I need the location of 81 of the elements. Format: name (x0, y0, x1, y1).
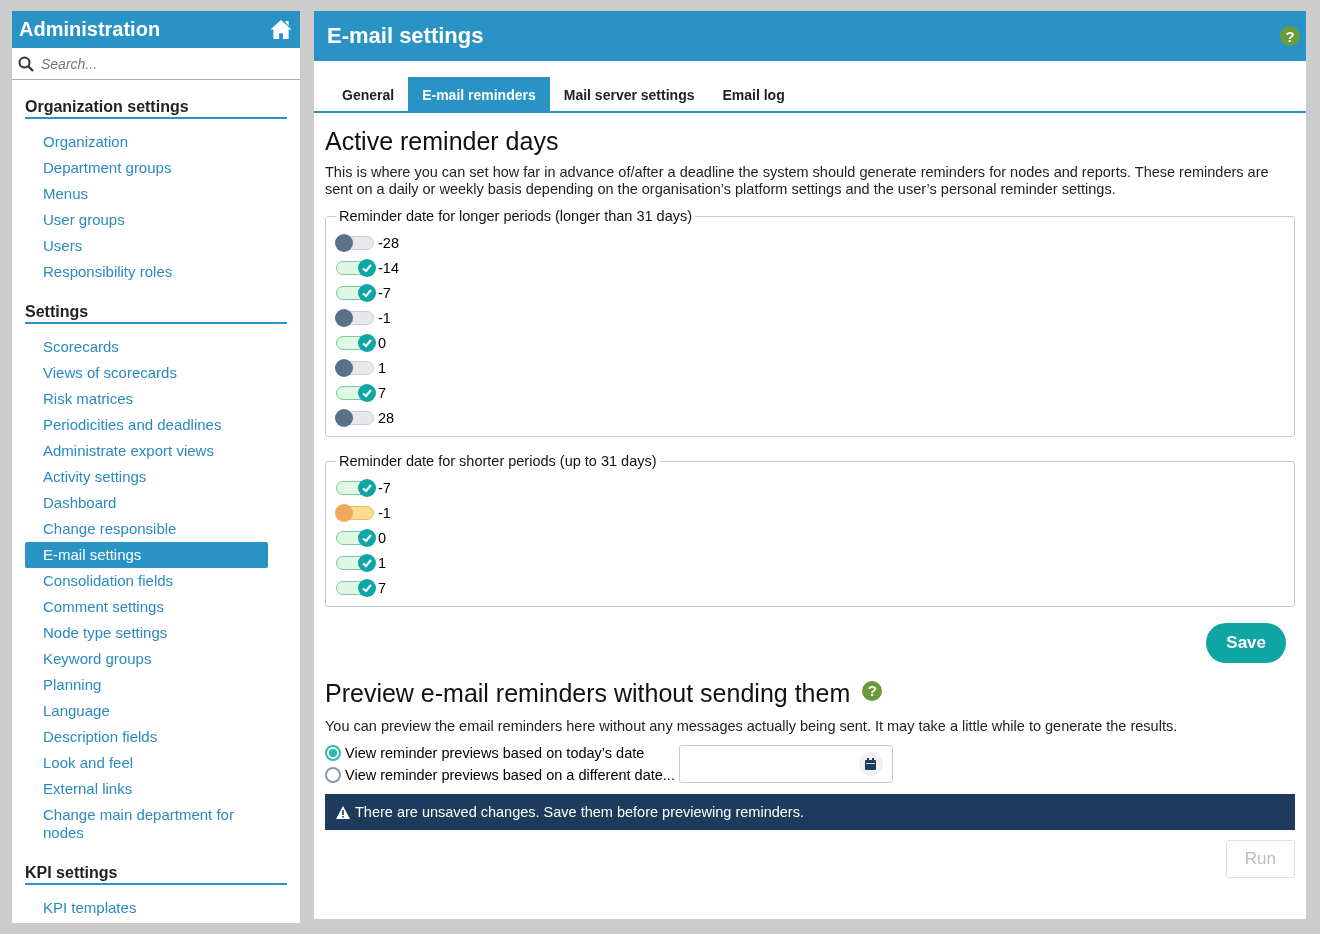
toggle-label: -14 (378, 259, 399, 276)
toggle-switch[interactable] (336, 505, 374, 520)
toggle-label: 0 (378, 334, 387, 351)
description-text: You can preview the email reminders here without any messages actually being sent. It may take a little while to generate the results. (325, 718, 1179, 735)
sidebar-link[interactable]: External links (25, 776, 268, 802)
toggle-label: -7 (378, 479, 391, 496)
toggle-label: 28 (378, 409, 395, 426)
toggle-switch[interactable] (336, 385, 374, 400)
toggle-switch[interactable] (336, 555, 374, 570)
calendar-icon (865, 758, 877, 770)
sidebar-link[interactable]: Responsibility roles (25, 259, 268, 285)
description-text: This is where you can set how far in advance of/after a deadline the system should generate reminders for nodes and reports. These reminders are sent on a daily or weekly basis depending on the organisation’s platform settings and the user’s personal reminder settings. (325, 164, 1270, 198)
toggle-label: -1 (378, 504, 391, 521)
section-heading: Organization settings (25, 98, 287, 119)
section-heading: KPI settings (25, 864, 287, 885)
sidebar-link[interactable]: Keyword groups (25, 646, 268, 672)
toggle-switch[interactable] (336, 410, 374, 425)
group-legend: Reminder date for longer periods (longer than 31 days) (336, 208, 696, 224)
toggle-label: 7 (378, 384, 387, 401)
toggle-label: -1 (378, 309, 391, 326)
sidebar-link[interactable]: Periodicities and deadlines (25, 412, 268, 438)
sidebar-link[interactable]: Users (25, 233, 268, 259)
date-input-field[interactable] (678, 745, 893, 783)
tab[interactable]: E-mail reminders (408, 77, 550, 111)
search-icon (18, 55, 34, 72)
sidebar-link[interactable]: Scorecards (25, 334, 268, 360)
section-heading: Preview e-mail reminders without sending them (325, 679, 851, 708)
sidebar-link[interactable]: Consolidation fields (25, 568, 268, 594)
warning-icon (336, 805, 350, 819)
tab[interactable]: Mail server settings (549, 77, 709, 111)
toggle-switch[interactable] (336, 530, 374, 545)
sidebar-link[interactable]: Change responsible (25, 516, 268, 542)
toggle-switch[interactable] (336, 580, 374, 595)
toggle-label: 1 (378, 359, 387, 376)
toggle-switch[interactable] (336, 335, 374, 350)
toggle-label: 1 (378, 554, 387, 571)
sidebar-link[interactable]: Administrate export views (25, 438, 268, 464)
radio-button[interactable] (325, 767, 341, 783)
radio-button[interactable] (325, 745, 341, 761)
sidebar-link[interactable]: Views of scorecards (25, 360, 268, 386)
toggle-label: 7 (378, 579, 387, 596)
toggle-switch[interactable] (336, 260, 374, 275)
section-heading: Settings (25, 303, 287, 324)
sidebar-link[interactable]: User groups (25, 207, 268, 233)
sidebar-link[interactable]: Comment settings (25, 594, 268, 620)
sidebar-link[interactable]: Dashboard (25, 490, 268, 516)
sidebar-link[interactable]: Language (25, 698, 268, 724)
tab[interactable]: General (328, 77, 409, 111)
home-icon[interactable] (269, 19, 293, 40)
section-heading: Active reminder days (325, 127, 560, 156)
sidebar-link[interactable]: Change main department for nodes (25, 802, 268, 846)
toggle-switch[interactable] (336, 310, 374, 325)
radio-label: View reminder previews based on today’s date (345, 745, 645, 761)
page-title: E-mail settings (327, 23, 484, 49)
help-icon[interactable]: ? (1280, 26, 1300, 46)
sidebar-title: Administration (19, 18, 161, 41)
tab[interactable]: Email log (708, 77, 799, 111)
toggle-switch[interactable] (336, 285, 374, 300)
sidebar-link[interactable]: Planning (25, 672, 268, 698)
toggle-switch[interactable] (336, 360, 374, 375)
sidebar-link[interactable]: Department groups (25, 155, 268, 181)
radio-label: View reminder previews based on a different date... (345, 767, 675, 783)
sidebar-link[interactable]: Risk matrices (25, 386, 268, 412)
save-button[interactable]: Save (1206, 623, 1286, 663)
sidebar-link[interactable]: Look and feel (25, 750, 268, 776)
sidebar-link[interactable]: KPI templates (25, 895, 268, 921)
calendar-button[interactable] (858, 752, 883, 776)
sidebar-link[interactable]: Menus (25, 181, 268, 207)
help-icon[interactable]: ? (862, 680, 883, 701)
sidebar-link[interactable]: Activity settings (25, 464, 268, 490)
sidebar-link[interactable]: Organization (25, 129, 268, 155)
toggle-label: -28 (378, 234, 399, 251)
toggle-label: -7 (378, 284, 391, 301)
sidebar-link[interactable]: Node type settings (25, 620, 268, 646)
toggle-switch[interactable] (336, 480, 374, 495)
toggle-label: 0 (378, 529, 387, 546)
group-legend: Reminder date for shorter periods (up to 31 days) (336, 453, 660, 469)
sidebar-link[interactable]: E-mail settings (25, 542, 268, 568)
sidebar-link[interactable]: Description fields (25, 724, 268, 750)
toggle-switch[interactable] (336, 235, 374, 250)
warning-text: There are unsaved changes. Save them before previewing reminders. (355, 804, 804, 820)
